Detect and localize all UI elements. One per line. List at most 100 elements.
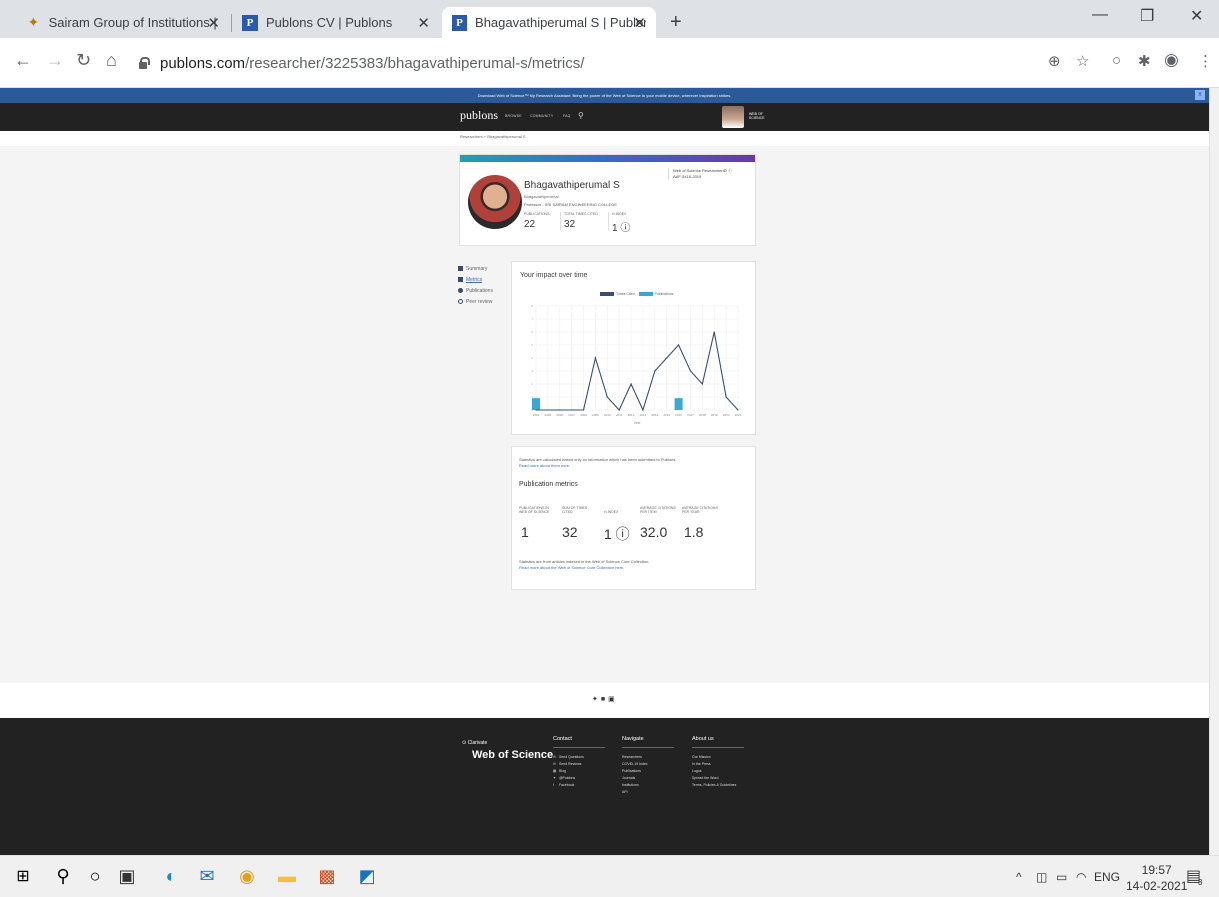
- profile-subtitle: Bhagavathiperumal: [524, 194, 559, 199]
- close-icon[interactable]: ✕: [417, 14, 430, 32]
- zoom-icon[interactable]: ⊕: [1048, 52, 1061, 70]
- search-icon[interactable]: ⚲: [52, 865, 74, 887]
- web-of-science-logo[interactable]: Web of Science: [472, 749, 553, 761]
- point-times-cited: [689, 370, 692, 372]
- reload-icon[interactable]: ↻: [76, 50, 91, 71]
- footer-link-label: Send Reviews: [559, 762, 582, 766]
- nav-community[interactable]: COMMUNITY: [530, 114, 553, 118]
- minimize-icon[interactable]: —: [1092, 6, 1108, 24]
- page-scrollbar[interactable]: [1209, 88, 1219, 855]
- sidebar-item-publications[interactable]: Publications: [458, 288, 493, 294]
- meet-now-icon[interactable]: ◫: [1036, 870, 1047, 884]
- bar-publications: [674, 398, 683, 410]
- y-tick-label: 3: [531, 369, 533, 373]
- breadcrumb[interactable]: Researchers > Bhagavathiperumal S: [460, 134, 525, 139]
- tab-publons-cv[interactable]: P Publons CV | Publons ✕: [232, 7, 440, 38]
- windows-start-icon[interactable]: ⊞: [12, 865, 34, 887]
- footer-link[interactable]: ✉ Send Questions: [553, 754, 605, 761]
- footer-link[interactable]: f Facebook: [553, 782, 605, 789]
- tab-bhagavathiperumal[interactable]: P Bhagavathiperumal S | Publons ✕: [442, 7, 656, 38]
- sidebar-item-metrics[interactable]: Metrics: [458, 277, 482, 283]
- footer-link[interactable]: Our Mission: [692, 754, 744, 761]
- close-icon[interactable]: ✕: [207, 14, 220, 32]
- footer-link[interactable]: Institutions: [622, 782, 674, 789]
- url-input[interactable]: publons.com/researcher/3225383/bhagavath…: [138, 48, 998, 78]
- network-icon[interactable]: ◠: [1076, 870, 1086, 884]
- powerpoint-icon[interactable]: ▩: [316, 865, 338, 887]
- nav-faq[interactable]: FAQ: [563, 114, 571, 118]
- footer-link[interactable]: ▦ Blog: [553, 768, 605, 775]
- close-icon[interactable]: ✕: [633, 14, 646, 32]
- x-tick-label: 2016: [675, 413, 682, 417]
- menu-icon[interactable]: ⋮: [1198, 52, 1213, 70]
- metric-label: AVERAGE CITATIONS PER YEAR: [682, 506, 718, 514]
- chrome-icon[interactable]: ◉: [236, 865, 258, 887]
- home-icon[interactable]: ⌂: [106, 50, 117, 71]
- extension-icon[interactable]: ○: [1112, 52, 1121, 69]
- publons-logo[interactable]: publons: [460, 108, 498, 123]
- metrics-note-link[interactable]: Read more about the Web of Science Core …: [519, 565, 624, 570]
- edge-icon[interactable]: ◐: [160, 865, 182, 887]
- extensions-puzzle-icon[interactable]: ✱: [1138, 52, 1151, 70]
- stat-value: 1 ⓘ: [612, 223, 631, 234]
- cortana-icon[interactable]: ○: [84, 865, 106, 887]
- store-icon[interactable]: ▣: [116, 865, 138, 887]
- new-tab-icon[interactable]: +: [670, 11, 682, 34]
- profile-icon[interactable]: ◉: [1164, 50, 1179, 70]
- footer-link[interactable]: API: [622, 789, 674, 796]
- footer-link[interactable]: COVID-19 Index: [622, 761, 674, 768]
- clarivate-logo[interactable]: ⊙ Clarivate: [462, 740, 487, 746]
- footer-link[interactable]: ✦ @Publons: [553, 775, 605, 782]
- x-tick-label: 2019: [711, 413, 718, 417]
- clock[interactable]: 19:57 14-02-2021: [1126, 862, 1187, 894]
- back-icon[interactable]: ←: [14, 50, 32, 71]
- y-tick-label: 4: [531, 356, 533, 360]
- x-tick-label: 2010: [604, 413, 611, 417]
- footer-link[interactable]: Researchers: [622, 754, 674, 761]
- clock-date: 14-02-2021: [1126, 879, 1188, 893]
- x-axis-label: Year: [633, 421, 641, 425]
- page-viewport: Download Web of Science™ My Research Ass…: [0, 88, 1219, 855]
- search-icon[interactable]: ⚲: [578, 111, 584, 120]
- x-tick-label: 2020: [723, 413, 730, 417]
- metrics-intro-link[interactable]: Read more about them here.: [519, 463, 570, 468]
- tab-title: Publons CV | Publons: [266, 15, 393, 30]
- file-explorer-icon[interactable]: ▬: [276, 865, 298, 887]
- x-tick-label: 2006: [556, 413, 563, 417]
- mail-icon[interactable]: ✉: [196, 865, 218, 887]
- tab-sairam[interactable]: ✦ Sairam Group of Institutions | Sri ✕: [16, 7, 230, 38]
- twitter-icon[interactable]: ✦: [592, 696, 601, 703]
- forward-icon[interactable]: →: [46, 50, 64, 71]
- chevron-up-icon[interactable]: ^: [1016, 870, 1022, 884]
- footer-link[interactable]: Journals: [622, 775, 674, 782]
- battery-icon[interactable]: ▭: [1056, 870, 1067, 884]
- social-links: ✦■▣: [592, 695, 618, 703]
- footer-link[interactable]: Spread the Word: [692, 775, 744, 782]
- bookmark-star-icon[interactable]: ☆: [1076, 52, 1089, 70]
- close-window-icon[interactable]: ✕: [1190, 6, 1203, 26]
- x-tick-label: 2013: [640, 413, 647, 417]
- metric-value: 1 ⓘ: [604, 526, 630, 542]
- banner-close-icon[interactable]: x: [1195, 90, 1205, 100]
- magnifier-icon: [458, 299, 463, 305]
- footer-heading: Navigate: [622, 736, 674, 748]
- input-language[interactable]: ENG: [1094, 870, 1120, 884]
- footer-link[interactable]: ✉ Send Reviews: [553, 761, 605, 768]
- restore-icon[interactable]: ❐: [1140, 6, 1154, 26]
- footer-link-label: Send Questions: [559, 755, 584, 759]
- user-avatar[interactable]: [722, 106, 744, 128]
- nav-browse[interactable]: BROWSE: [505, 114, 522, 118]
- sidebar-item-peer-review[interactable]: Peer review: [458, 299, 492, 305]
- linkedin-icon[interactable]: ▣: [608, 696, 618, 703]
- footer-link[interactable]: Terms, Policies & Guidelines: [692, 782, 744, 789]
- footer-link[interactable]: Logos: [692, 768, 744, 775]
- x-tick-label: 2005: [545, 413, 552, 417]
- metric-value: 1.8: [684, 524, 704, 540]
- footer-link[interactable]: Publications: [622, 768, 674, 775]
- footer-link[interactable]: In the Press: [692, 761, 744, 768]
- x-tick-label: 2004: [533, 413, 540, 417]
- photos-icon[interactable]: ◩: [356, 865, 378, 887]
- sidebar-item-summary[interactable]: Summary: [458, 266, 487, 272]
- wos-mini-logo[interactable]: WEB OF SCIENCE: [749, 112, 765, 120]
- x-tick-label: 2009: [592, 413, 599, 417]
